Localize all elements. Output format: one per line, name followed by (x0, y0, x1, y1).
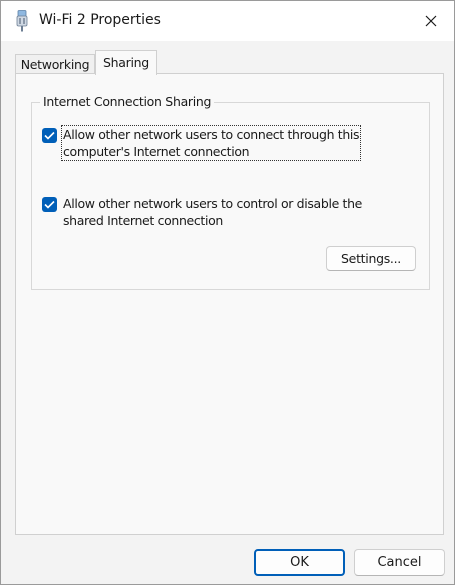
tab-sharing[interactable]: Sharing (95, 50, 157, 75)
checkmark-icon (44, 131, 55, 140)
allow-control-label-line: shared Internet connection (63, 213, 223, 228)
close-button[interactable] (408, 1, 454, 41)
close-icon (425, 15, 437, 27)
allow-control-option[interactable]: Allow other network users to control or … (42, 195, 363, 229)
settings-button[interactable]: Settings... (326, 246, 416, 271)
allow-control-label[interactable]: Allow other network users to control or … (62, 195, 363, 229)
internet-connection-sharing-group: Internet Connection Sharing Allow other … (31, 94, 430, 290)
allow-connect-option[interactable]: Allow other network users to connect thr… (42, 125, 362, 161)
allow-control-checkbox[interactable] (42, 197, 57, 212)
tab-networking[interactable]: Networking (15, 54, 95, 75)
ok-button[interactable]: OK (254, 549, 345, 576)
window-title: Wi-Fi 2 Properties (39, 12, 161, 28)
allow-control-label-line: Allow other network users to control or … (63, 196, 363, 211)
checkmark-icon (44, 200, 55, 209)
allow-connect-label[interactable]: Allow other network users to connect thr… (60, 125, 362, 161)
allow-connect-label-line: computer's Internet connection (63, 144, 250, 159)
sharing-panel: Internet Connection Sharing Allow other … (15, 73, 444, 535)
properties-dialog: Wi-Fi 2 Properties Networking Sharing In… (0, 0, 455, 585)
allow-connect-label-line: Allow other network users to connect thr… (63, 127, 360, 142)
network-adapter-icon (15, 10, 29, 32)
title-bar[interactable]: Wi-Fi 2 Properties (1, 1, 454, 41)
cancel-button[interactable]: Cancel (354, 549, 445, 576)
group-title: Internet Connection Sharing (40, 94, 215, 109)
allow-connect-checkbox[interactable] (42, 128, 57, 143)
